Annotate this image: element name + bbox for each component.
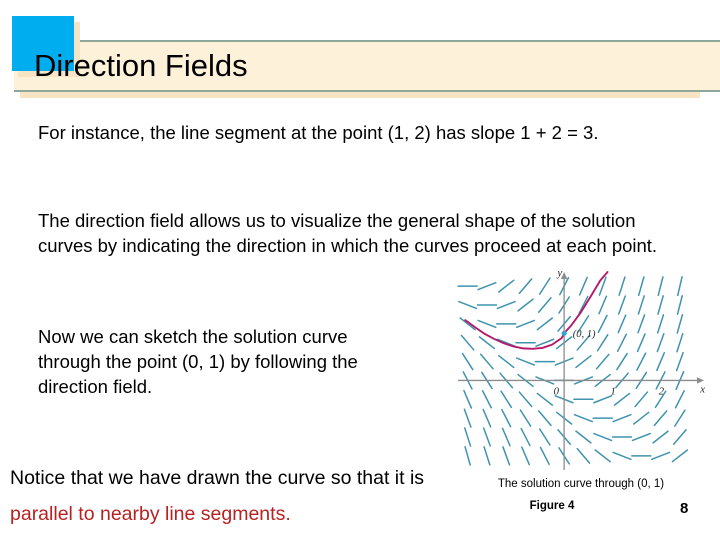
slide-header: Direction Fields xyxy=(0,0,720,104)
page-number: 8 xyxy=(680,500,689,517)
direction-field-plot: (0, 1) y x 0 1 2 xyxy=(457,267,706,470)
paragraph-parallel-note: Notice that we have drawn the curve so t… xyxy=(10,460,470,532)
paragraph-sketch-instruction: Now we can sketch the solution curve thr… xyxy=(38,326,358,397)
svg-text:0: 0 xyxy=(554,386,560,398)
marked-point-0-1 xyxy=(561,330,567,336)
plot-axes xyxy=(458,272,704,470)
paragraph-direction-field-explanation: The direction field allows us to visuali… xyxy=(38,210,658,256)
svg-text:x: x xyxy=(699,384,705,396)
paragraph-example-slope: For instance, the line segment at the po… xyxy=(38,122,599,143)
svg-text:y: y xyxy=(556,267,562,279)
svg-text:(0, 1): (0, 1) xyxy=(573,329,596,340)
slope-field-segments xyxy=(457,276,689,466)
page-title: Direction Fields xyxy=(34,48,248,83)
paragraph-parallel-note-highlight: parallel to nearby line segments. xyxy=(10,503,291,525)
svg-text:1: 1 xyxy=(610,386,616,398)
axis-tick-labels: (0, 1) y x 0 1 2 xyxy=(554,267,706,398)
paragraph-parallel-note-plain: Notice that we have drawn the curve so t… xyxy=(10,467,425,489)
figure-caption: The solution curve through (0, 1) xyxy=(497,478,665,490)
svg-text:2: 2 xyxy=(659,386,665,398)
figure-number-label: Figure 4 xyxy=(529,500,575,512)
direction-field-figure: (0, 1) y x 0 1 2 The solution curve through (… xyxy=(452,266,710,536)
